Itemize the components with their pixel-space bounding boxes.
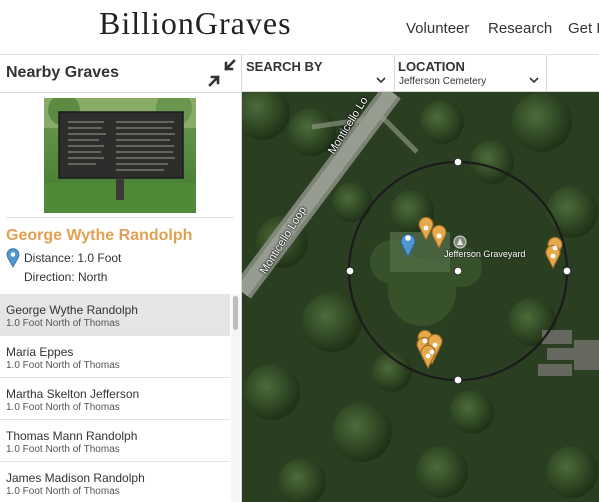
list-item-name: Martha Skelton Jefferson [6,387,140,401]
list-item-name: Thomas Mann Randolph [6,429,138,443]
divider [6,217,234,218]
nav-get-h[interactable]: Get H [568,20,599,37]
filter-bar: SEARCH BY LOCATION Jefferson Cemetery [242,55,599,92]
nav-research[interactable]: Research [488,20,552,37]
map-view[interactable]: Monticello Loop Monticello Lo Jefferson … [242,92,599,502]
panel-title: Nearby Graves [6,64,119,81]
selected-grave-name[interactable]: George Wythe Randolph [6,227,192,245]
place-label: Jefferson Graveyard [444,249,526,259]
list-item-distance: 1.0 Foot North of Thomas [6,444,120,455]
selected-direction: Direction: North [24,270,108,284]
list-item-distance: 1.0 Foot North of Thomas [6,318,120,329]
list-item[interactable]: James Madison Randolph 1.0 Foot North of… [0,462,230,502]
list-item-distance: 1.0 Foot North of Thomas [6,486,120,497]
location-label: LOCATION [398,59,465,74]
top-header: BillionGraves Volunteer Research Get H [0,0,599,55]
list-item[interactable]: George Wythe Randolph 1.0 Foot North of … [0,294,230,336]
grave-photo[interactable] [44,90,196,213]
chevron-down-icon [529,77,539,83]
selected-distance: Distance: 1.0 Foot [24,251,122,265]
list-item[interactable]: Maria Eppes 1.0 Foot North of Thomas [0,336,230,378]
list-scrollbar-thumb[interactable] [233,296,238,330]
list-item-distance: 1.0 Foot North of Thomas [6,402,120,413]
location-dropdown[interactable]: LOCATION Jefferson Cemetery [394,55,547,91]
nearby-list: George Wythe Randolph 1.0 Foot North of … [0,294,230,502]
search-by-dropdown[interactable]: SEARCH BY [242,55,395,91]
location-value: Jefferson Cemetery [399,76,487,87]
list-item-name: George Wythe Randolph [6,303,138,317]
list-item-name: James Madison Randolph [6,471,145,485]
list-item[interactable]: Thomas Mann Randolph 1.0 Foot North of T… [0,420,230,462]
panel-header: Nearby Graves [0,55,241,93]
chevron-down-icon [376,77,386,83]
list-item-distance: 1.0 Foot North of Thomas [6,360,120,371]
collapse-arrows-icon[interactable] [207,58,237,88]
map-pin-icon [6,248,20,268]
nearby-graves-panel: Nearby Graves George Wythe Randolph Dist… [0,55,242,502]
satellite-map [242,92,599,502]
list-item-name: Maria Eppes [6,345,74,359]
nav-volunteer[interactable]: Volunteer [406,20,469,37]
list-item[interactable]: Martha Skelton Jefferson 1.0 Foot North … [0,378,230,420]
search-by-label: SEARCH BY [246,59,323,74]
site-logo[interactable]: BillionGraves [99,5,292,42]
